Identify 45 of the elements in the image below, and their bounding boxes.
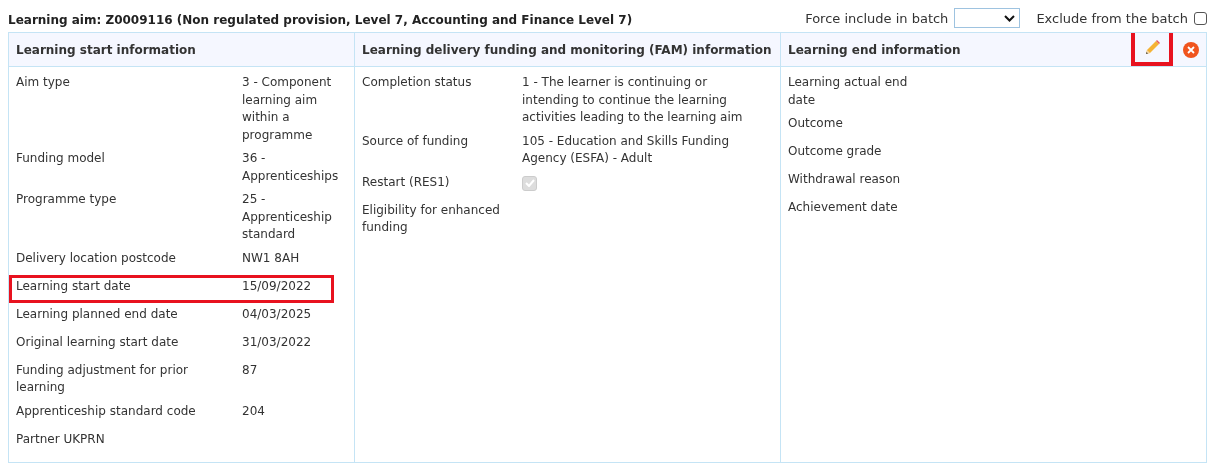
field-label: Withdrawal reason [788, 171, 902, 188]
field-label: Apprenticeship standard code [16, 402, 197, 420]
field-value: 105 - Education and Skills Funding Agency (ESFA) - Adult [522, 132, 731, 167]
exclude-checkbox[interactable] [1194, 11, 1207, 25]
field-label: Eligibility for enhanced funding [362, 201, 501, 236]
field-label: Delivery location postcode [16, 249, 177, 267]
field-value: 87 [242, 361, 259, 379]
pencil-icon [1143, 38, 1161, 57]
field-value: 04/03/2025 [242, 305, 313, 323]
field-label: Outcome [788, 115, 844, 132]
field-value: 3 - Component learning aim within a programme [242, 74, 333, 144]
field-label: Programme type [16, 191, 118, 208]
force-include-label: Force include in batch [805, 10, 949, 26]
field-value: 1 - The learner is continuing or intending to continue the learning activities leading to the learning aim [522, 74, 744, 126]
field-value: 31/03/2022 [242, 333, 313, 351]
field-value: 15/09/2022 [242, 277, 313, 295]
section-title: Learning end information [788, 42, 961, 57]
field-label: Outcome grade [788, 143, 883, 160]
chevron-down-icon [1004, 14, 1016, 22]
field-label: Funding adjustment for prior learning [16, 361, 189, 396]
field-label: Completion status [362, 74, 473, 91]
field-label: Source of funding [362, 132, 470, 150]
edit-button[interactable] [1131, 33, 1173, 66]
field-label: Aim type [16, 74, 71, 91]
field-label: Learning start date [16, 277, 132, 295]
field-label: Learning actual end date [788, 74, 909, 109]
field-label: Original learning start date [16, 333, 180, 351]
field-value: 204 [242, 402, 266, 420]
force-include-select[interactable] [954, 8, 1021, 28]
close-icon [1187, 45, 1195, 54]
section-title: Learning start information [16, 42, 196, 57]
field-value: NW1 8AH [242, 249, 301, 267]
field-value: 25 - Apprenticeship standard [242, 191, 333, 243]
field-label: Learning planned end date [16, 305, 179, 323]
exclude-label: Exclude from the batch [1036, 10, 1188, 26]
field-label: Restart (RES1) [362, 173, 451, 191]
check-icon [524, 179, 535, 187]
field-label: Partner UKPRN [16, 430, 106, 448]
field-value: 36 - Apprenticeships [242, 150, 340, 185]
section-title: Learning delivery funding and monitoring (FAM) information [362, 42, 772, 57]
restart-checkbox[interactable] [522, 175, 537, 191]
learning-aim-title: Learning aim: Z0009116 (Non regulated provision, Level 7, Accounting and Finance Level 7) [8, 13, 633, 27]
delete-button[interactable] [1183, 41, 1199, 58]
field-label: Funding model [16, 150, 106, 167]
field-label: Achievement date [788, 199, 899, 216]
